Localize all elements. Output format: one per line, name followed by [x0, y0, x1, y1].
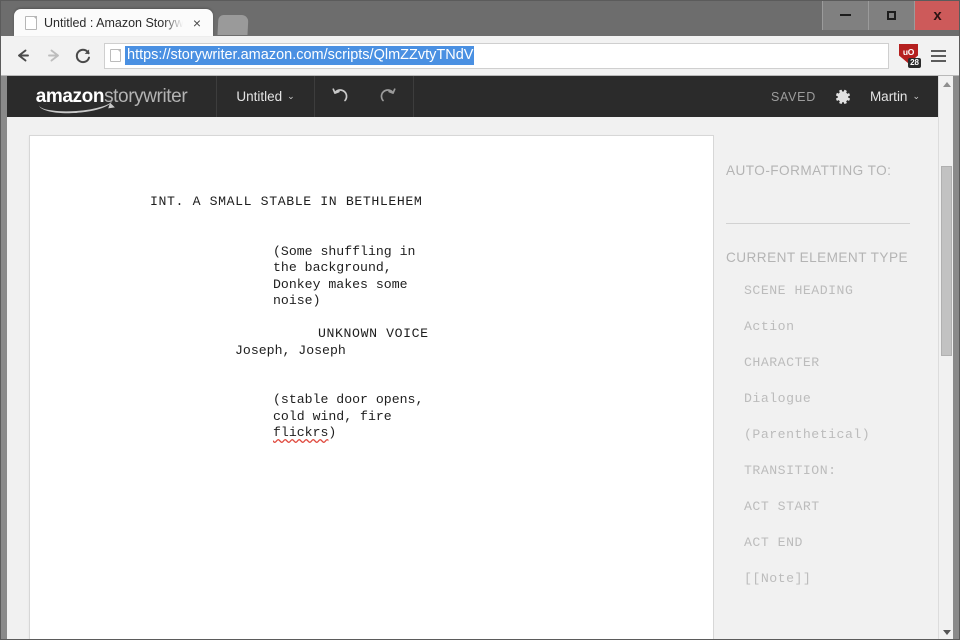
undo-button[interactable]	[315, 76, 364, 117]
panel-divider	[726, 223, 910, 224]
editor-row: INT. A SMALL STABLE IN BETHLEHEM (Some s…	[7, 117, 938, 640]
maximize-icon	[887, 10, 896, 20]
tab-title: Untitled : Amazon Storywr	[44, 15, 183, 30]
browser-tab[interactable]: Untitled : Amazon Storywr ×	[14, 9, 213, 36]
tab-strip: Untitled : Amazon Storywr ×	[0, 0, 249, 36]
menu-line	[930, 59, 946, 62]
amazon-storywriter-logo[interactable]: amazonstorywriter	[7, 76, 217, 117]
app-toolbar: amazonstorywriter Untitled ⌄ SAVED Marti…	[7, 76, 938, 117]
misspelled-word[interactable]: flickrs	[273, 425, 328, 440]
forward-button[interactable]	[39, 42, 67, 70]
dialogue-line[interactable]: Joseph, Joseph	[30, 343, 713, 360]
element-type-character[interactable]: CHARACTER	[744, 355, 938, 370]
close-tab-icon[interactable]: ×	[190, 16, 204, 30]
browser-window: Untitled : Amazon Storywr × x https://st…	[0, 0, 960, 640]
page-viewport: amazonstorywriter Untitled ⌄ SAVED Marti…	[0, 76, 960, 640]
parenthetical-line-2[interactable]: (stable door opens, cold wind, fire flic…	[30, 392, 713, 442]
ublock-blocked-count: 28	[908, 57, 921, 68]
title-bar: Untitled : Amazon Storywr × x	[0, 0, 960, 36]
element-type-action[interactable]: Action	[744, 319, 938, 334]
current-element-type-header: CURRENT ELEMENT TYPE	[726, 250, 908, 265]
minimize-icon	[840, 14, 851, 16]
window-controls: x	[822, 0, 960, 30]
auto-formatting-header: AUTO-FORMATTING TO:	[726, 163, 892, 178]
address-bar-url[interactable]: https://storywriter.amazon.com/scripts/Q…	[125, 46, 475, 65]
page-column: INT. A SMALL STABLE IN BETHLEHEM (Some s…	[7, 117, 714, 640]
logo-product: storywriter	[104, 86, 188, 107]
parenthetical-line-1[interactable]: (Some shuffling in the background, Donke…	[30, 244, 713, 310]
storywriter-app: amazonstorywriter Untitled ⌄ SAVED Marti…	[7, 76, 938, 640]
screenplay-editor[interactable]: INT. A SMALL STABLE IN BETHLEHEM (Some s…	[29, 135, 714, 640]
chevron-down-icon	[942, 629, 951, 635]
element-type-dialogue[interactable]: Dialogue	[744, 391, 938, 406]
scene-heading-line[interactable]: INT. A SMALL STABLE IN BETHLEHEM	[30, 194, 713, 211]
back-button[interactable]	[9, 42, 37, 70]
page-scrollbar[interactable]	[938, 76, 953, 640]
settings-button[interactable]	[834, 88, 852, 106]
character-line[interactable]: UNKNOWN VOICE	[30, 326, 713, 343]
document-title-menu[interactable]: Untitled ⌄	[217, 76, 315, 117]
browser-toolbar: https://storywriter.amazon.com/scripts/Q…	[0, 36, 960, 76]
scrollbar-thumb[interactable]	[941, 166, 952, 356]
maximize-button[interactable]	[868, 0, 914, 30]
parenthetical-text-end: )	[328, 425, 337, 441]
close-icon: x	[933, 6, 942, 24]
address-bar[interactable]: https://storywriter.amazon.com/scripts/Q…	[104, 42, 889, 69]
page-favicon-icon	[25, 15, 37, 30]
chevron-down-icon: ⌄	[287, 91, 295, 101]
save-status: SAVED	[770, 89, 816, 104]
user-menu[interactable]: Martin ⌄	[870, 89, 920, 104]
reload-button[interactable]	[69, 42, 97, 70]
scroll-down-button[interactable]	[939, 624, 954, 640]
element-type-note[interactable]: [[Note]]	[744, 571, 938, 586]
redo-button[interactable]	[364, 76, 413, 117]
element-type-scene-heading[interactable]: SCENE HEADING	[744, 283, 938, 298]
new-tab-button[interactable]	[217, 15, 249, 35]
undo-redo-group	[315, 76, 414, 117]
ublock-origin-icon[interactable]: uO 28	[898, 43, 921, 68]
menu-line	[930, 49, 946, 52]
chevron-down-icon: ⌄	[912, 91, 920, 101]
user-name: Martin	[869, 89, 908, 104]
parenthetical-text-start: (stable door opens, cold wind, fire	[273, 392, 424, 424]
element-type-act-end[interactable]: ACT END	[744, 535, 938, 550]
site-favicon-icon	[110, 49, 121, 62]
element-type-act-start[interactable]: ACT START	[744, 499, 938, 514]
element-type-transition[interactable]: TRANSITION:	[744, 463, 938, 478]
document-title: Untitled	[236, 89, 283, 104]
chevron-up-icon	[942, 81, 951, 87]
browser-menu-button[interactable]	[925, 43, 951, 69]
gear-icon	[835, 89, 850, 104]
element-type-parenthetical[interactable]: (Parenthetical)	[744, 427, 938, 442]
minimize-button[interactable]	[822, 0, 868, 30]
element-type-list: SCENE HEADING Action CHARACTER Dialogue …	[726, 283, 938, 586]
scroll-up-button[interactable]	[939, 76, 954, 92]
close-window-button[interactable]: x	[914, 0, 960, 30]
formatting-side-panel: AUTO-FORMATTING TO: CURRENT ELEMENT TYPE…	[714, 117, 938, 640]
menu-line	[930, 54, 946, 57]
